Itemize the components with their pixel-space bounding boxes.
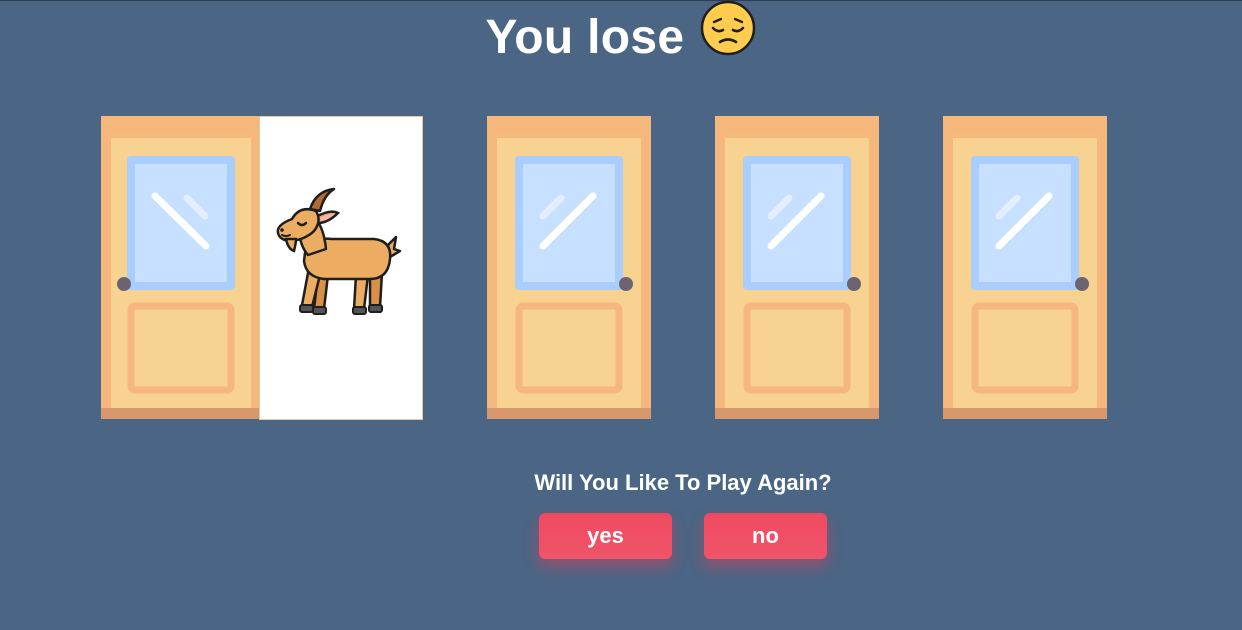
door-2[interactable]	[487, 116, 651, 419]
door-4[interactable]	[943, 116, 1107, 419]
door-3[interactable]	[715, 116, 879, 419]
no-button[interactable]: no	[704, 513, 827, 559]
result-title: You lose	[0, 1, 1242, 72]
disappointed-face-icon	[700, 0, 756, 72]
play-again-question: Will You Like To Play Again?	[534, 470, 832, 495]
door-1[interactable]	[101, 116, 265, 419]
result-text: You lose	[485, 11, 685, 64]
goat-icon	[276, 187, 402, 315]
yes-button[interactable]: yes	[539, 513, 672, 559]
door-1-reveal	[259, 116, 423, 420]
